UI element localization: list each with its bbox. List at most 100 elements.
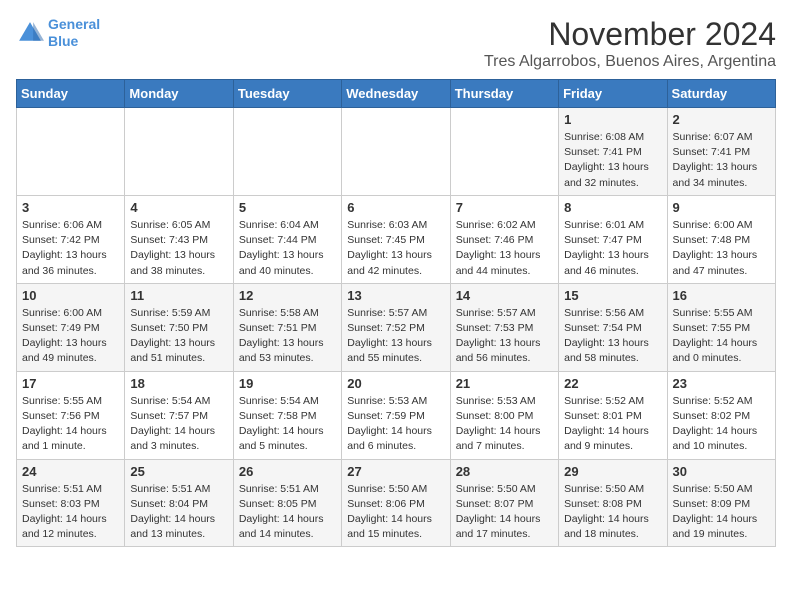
day-cell: 1Sunrise: 6:08 AMSunset: 7:41 PMDaylight… [559,108,667,196]
day-cell: 28 Sunrise: 5:50 AMSunset: 8:07 PMDayligh… [450,459,558,547]
day-info: Sunrise: 6:07 AMSunset: 7:41 PMDaylight:… [673,130,770,191]
day-cell: 5 Sunrise: 6:04 AMSunset: 7:44 PMDaylight… [233,195,341,283]
calendar-table: SundayMondayTuesdayWednesdayThursdayFrid… [16,79,776,547]
day-number: 14 [456,288,553,303]
day-number: 23 [673,376,770,391]
day-info: Sunrise: 5:50 AMSunset: 8:06 PMDaylight:… [347,482,444,543]
day-number: 10 [22,288,119,303]
day-info: Sunrise: 6:08 AMSunset: 7:41 PMDaylight:… [564,130,661,191]
day-info: Sunrise: 5:51 AMSunset: 8:04 PMDaylight:… [130,482,227,543]
day-number: 13 [347,288,444,303]
day-cell: 3 Sunrise: 6:06 AMSunset: 7:42 PMDaylight… [17,195,125,283]
day-cell: 24 Sunrise: 5:51 AMSunset: 8:03 PMDayligh… [17,459,125,547]
day-cell: 7 Sunrise: 6:02 AMSunset: 7:46 PMDaylight… [450,195,558,283]
day-number: 28 [456,464,553,479]
day-info: Sunrise: 5:50 AMSunset: 8:07 PMDaylight:… [456,482,553,543]
day-cell: 8Sunrise: 6:01 AMSunset: 7:47 PMDaylight… [559,195,667,283]
week-row-1: 3 Sunrise: 6:06 AMSunset: 7:42 PMDaylight… [17,195,776,283]
day-number: 4 [130,200,227,215]
day-number: 6 [347,200,444,215]
header-friday: Friday [559,80,667,108]
week-row-4: 24 Sunrise: 5:51 AMSunset: 8:03 PMDayligh… [17,459,776,547]
day-number: 8 [564,200,661,215]
day-number: 7 [456,200,553,215]
header-row: SundayMondayTuesdayWednesdayThursdayFrid… [17,80,776,108]
day-number: 11 [130,288,227,303]
day-cell: 6 Sunrise: 6:03 AMSunset: 7:45 PMDaylight… [342,195,450,283]
day-cell: 16 Sunrise: 5:55 AMSunset: 7:55 PMDayligh… [667,283,775,371]
day-number: 29 [564,464,661,479]
page-header: General Blue November 2024 Tres Algarrob… [16,16,776,71]
day-info: Sunrise: 5:58 AMSunset: 7:51 PMDaylight:… [239,306,336,367]
day-cell: 20Sunrise: 5:53 AMSunset: 7:59 PMDayligh… [342,371,450,459]
day-number: 19 [239,376,336,391]
day-cell [17,108,125,196]
day-number: 24 [22,464,119,479]
header-wednesday: Wednesday [342,80,450,108]
week-row-2: 10 Sunrise: 6:00 AMSunset: 7:49 PMDayligh… [17,283,776,371]
day-info: Sunrise: 6:02 AMSunset: 7:46 PMDaylight:… [456,218,553,279]
header-tuesday: Tuesday [233,80,341,108]
day-info: Sunrise: 5:55 AMSunset: 7:55 PMDaylight:… [673,306,770,367]
day-number: 5 [239,200,336,215]
day-info: Sunrise: 6:00 AMSunset: 7:49 PMDaylight:… [22,306,119,367]
day-number: 16 [673,288,770,303]
day-cell [342,108,450,196]
header-sunday: Sunday [17,80,125,108]
day-info: Sunrise: 5:52 AMSunset: 8:02 PMDaylight:… [673,394,770,455]
day-cell: 19 Sunrise: 5:54 AMSunset: 7:58 PMDayligh… [233,371,341,459]
day-number: 15 [564,288,661,303]
day-number: 26 [239,464,336,479]
logo-line2: Blue [48,33,78,49]
day-cell: 30 Sunrise: 5:50 AMSunset: 8:09 PMDayligh… [667,459,775,547]
day-cell: 25Sunrise: 5:51 AMSunset: 8:04 PMDayligh… [125,459,233,547]
day-info: Sunrise: 6:03 AMSunset: 7:45 PMDaylight:… [347,218,444,279]
day-info: Sunrise: 5:57 AMSunset: 7:52 PMDaylight:… [347,306,444,367]
logo-text: General Blue [48,16,100,50]
day-cell [233,108,341,196]
day-cell: 21 Sunrise: 5:53 AMSunset: 8:00 PMDayligh… [450,371,558,459]
day-info: Sunrise: 6:05 AMSunset: 7:43 PMDaylight:… [130,218,227,279]
day-number: 17 [22,376,119,391]
day-info: Sunrise: 5:50 AMSunset: 8:08 PMDaylight:… [564,482,661,543]
day-cell [450,108,558,196]
day-cell: 13 Sunrise: 5:57 AMSunset: 7:52 PMDayligh… [342,283,450,371]
day-cell: 11Sunrise: 5:59 AMSunset: 7:50 PMDayligh… [125,283,233,371]
logo-line1: General [48,16,100,32]
day-number: 20 [347,376,444,391]
day-cell: 18Sunrise: 5:54 AMSunset: 7:57 PMDayligh… [125,371,233,459]
day-number: 18 [130,376,227,391]
month-title: November 2024 [484,16,776,53]
title-block: November 2024 Tres Algarrobos, Buenos Ai… [484,16,776,71]
day-number: 30 [673,464,770,479]
day-info: Sunrise: 6:00 AMSunset: 7:48 PMDaylight:… [673,218,770,279]
day-info: Sunrise: 6:04 AMSunset: 7:44 PMDaylight:… [239,218,336,279]
day-cell: 15Sunrise: 5:56 AMSunset: 7:54 PMDayligh… [559,283,667,371]
header-monday: Monday [125,80,233,108]
week-row-0: 1Sunrise: 6:08 AMSunset: 7:41 PMDaylight… [17,108,776,196]
day-number: 9 [673,200,770,215]
day-cell: 2 Sunrise: 6:07 AMSunset: 7:41 PMDaylight… [667,108,775,196]
header-thursday: Thursday [450,80,558,108]
day-info: Sunrise: 5:54 AMSunset: 7:58 PMDaylight:… [239,394,336,455]
day-number: 3 [22,200,119,215]
day-number: 21 [456,376,553,391]
logo: General Blue [16,16,100,50]
location-title: Tres Algarrobos, Buenos Aires, Argentina [484,53,776,71]
day-number: 27 [347,464,444,479]
day-info: Sunrise: 5:57 AMSunset: 7:53 PMDaylight:… [456,306,553,367]
day-info: Sunrise: 5:55 AMSunset: 7:56 PMDaylight:… [22,394,119,455]
day-info: Sunrise: 5:53 AMSunset: 8:00 PMDaylight:… [456,394,553,455]
day-info: Sunrise: 5:51 AMSunset: 8:03 PMDaylight:… [22,482,119,543]
header-saturday: Saturday [667,80,775,108]
day-info: Sunrise: 6:06 AMSunset: 7:42 PMDaylight:… [22,218,119,279]
calendar-body: 1Sunrise: 6:08 AMSunset: 7:41 PMDaylight… [17,108,776,547]
day-number: 22 [564,376,661,391]
day-info: Sunrise: 5:50 AMSunset: 8:09 PMDaylight:… [673,482,770,543]
day-number: 2 [673,112,770,127]
day-cell: 22Sunrise: 5:52 AMSunset: 8:01 PMDayligh… [559,371,667,459]
day-cell: 14 Sunrise: 5:57 AMSunset: 7:53 PMDayligh… [450,283,558,371]
day-cell: 12 Sunrise: 5:58 AMSunset: 7:51 PMDayligh… [233,283,341,371]
day-number: 12 [239,288,336,303]
day-cell: 29 Sunrise: 5:50 AMSunset: 8:08 PMDayligh… [559,459,667,547]
